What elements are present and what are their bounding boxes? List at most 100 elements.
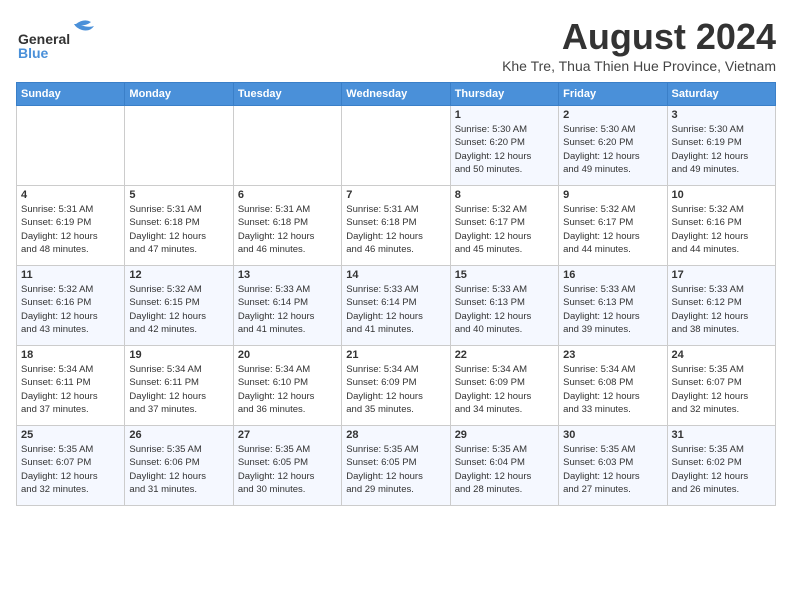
logo: General Blue [16, 16, 106, 61]
day-number: 30 [563, 429, 662, 441]
day-number: 25 [21, 429, 120, 441]
day-info: Sunrise: 5:35 AM Sunset: 6:05 PM Dayligh… [346, 443, 445, 496]
page-header: General Blue August 2024 Khe Tre, Thua T… [16, 16, 776, 74]
calendar-cell: 27 Sunrise: 5:35 AM Sunset: 6:05 PM Dayli… [233, 426, 341, 506]
calendar-cell: 4Sunrise: 5:31 AM Sunset: 6:19 PM Daylig… [17, 186, 125, 266]
day-number: 10 [672, 189, 771, 201]
calendar-cell: 23Sunrise: 5:34 AM Sunset: 6:08 PM Dayli… [559, 346, 667, 426]
day-number: 31 [672, 429, 771, 441]
calendar-header: SundayMondayTuesdayWednesdayThursdayFrid… [17, 83, 776, 106]
day-info: Sunrise: 5:30 AM Sunset: 6:20 PM Dayligh… [455, 123, 554, 176]
day-number: 15 [455, 269, 554, 281]
calendar-cell: 10Sunrise: 5:32 AM Sunset: 6:16 PM Dayli… [667, 186, 775, 266]
day-info: Sunrise: 5:35 AM Sunset: 6:03 PM Dayligh… [563, 443, 662, 496]
svg-text:Blue: Blue [18, 45, 49, 61]
day-number: 14 [346, 269, 445, 281]
day-info: Sunrise: 5:34 AM Sunset: 6:09 PM Dayligh… [346, 363, 445, 416]
day-info: Sunrise: 5:34 AM Sunset: 6:10 PM Dayligh… [238, 363, 337, 416]
calendar-cell: 8 Sunrise: 5:32 AM Sunset: 6:17 PM Daylig… [450, 186, 558, 266]
day-number: 23 [563, 349, 662, 361]
day-number: 13 [238, 269, 337, 281]
calendar-cell: 20Sunrise: 5:34 AM Sunset: 6:10 PM Dayli… [233, 346, 341, 426]
weekday-header-sunday: Sunday [17, 83, 125, 106]
calendar-table: SundayMondayTuesdayWednesdayThursdayFrid… [16, 82, 776, 506]
calendar-cell: 15 Sunrise: 5:33 AM Sunset: 6:13 PM Dayli… [450, 266, 558, 346]
day-info: Sunrise: 5:33 AM Sunset: 6:12 PM Dayligh… [672, 283, 771, 336]
day-number: 29 [455, 429, 554, 441]
calendar-cell: 9 Sunrise: 5:32 AM Sunset: 6:17 PM Daylig… [559, 186, 667, 266]
weekday-header-wednesday: Wednesday [342, 83, 450, 106]
calendar-week-2: 4Sunrise: 5:31 AM Sunset: 6:19 PM Daylig… [17, 186, 776, 266]
calendar-cell: 25 Sunrise: 5:35 AM Sunset: 6:07 PM Dayli… [17, 426, 125, 506]
calendar-cell: 14 Sunrise: 5:33 AM Sunset: 6:14 PM Dayli… [342, 266, 450, 346]
day-info: Sunrise: 5:35 AM Sunset: 6:07 PM Dayligh… [21, 443, 120, 496]
day-number: 26 [129, 429, 228, 441]
calendar-cell: 16Sunrise: 5:33 AM Sunset: 6:13 PM Dayli… [559, 266, 667, 346]
calendar-cell: 29 Sunrise: 5:35 AM Sunset: 6:04 PM Dayli… [450, 426, 558, 506]
day-number: 5 [129, 189, 228, 201]
day-number: 7 [346, 189, 445, 201]
calendar-cell: 31 Sunrise: 5:35 AM Sunset: 6:02 PM Dayli… [667, 426, 775, 506]
month-year-title: August 2024 [502, 16, 776, 58]
calendar-cell: 19Sunrise: 5:34 AM Sunset: 6:11 PM Dayli… [125, 346, 233, 426]
day-number: 16 [563, 269, 662, 281]
weekday-header-friday: Friday [559, 83, 667, 106]
calendar-week-1: 1Sunrise: 5:30 AM Sunset: 6:20 PM Daylig… [17, 106, 776, 186]
day-number: 2 [563, 109, 662, 121]
day-info: Sunrise: 5:31 AM Sunset: 6:18 PM Dayligh… [238, 203, 337, 256]
day-number: 11 [21, 269, 120, 281]
day-info: Sunrise: 5:33 AM Sunset: 6:14 PM Dayligh… [346, 283, 445, 336]
calendar-cell: 26 Sunrise: 5:35 AM Sunset: 6:06 PM Dayli… [125, 426, 233, 506]
day-info: Sunrise: 5:35 AM Sunset: 6:04 PM Dayligh… [455, 443, 554, 496]
calendar-cell: 11Sunrise: 5:32 AM Sunset: 6:16 PM Dayli… [17, 266, 125, 346]
day-number: 18 [21, 349, 120, 361]
day-number: 28 [346, 429, 445, 441]
calendar-week-4: 18 Sunrise: 5:34 AM Sunset: 6:11 PM Dayli… [17, 346, 776, 426]
day-number: 8 [455, 189, 554, 201]
calendar-cell: 5 Sunrise: 5:31 AM Sunset: 6:18 PM Daylig… [125, 186, 233, 266]
day-info: Sunrise: 5:31 AM Sunset: 6:18 PM Dayligh… [346, 203, 445, 256]
calendar-cell [233, 106, 341, 186]
day-info: Sunrise: 5:30 AM Sunset: 6:20 PM Dayligh… [563, 123, 662, 176]
calendar-cell: 28 Sunrise: 5:35 AM Sunset: 6:05 PM Dayli… [342, 426, 450, 506]
calendar-week-5: 25 Sunrise: 5:35 AM Sunset: 6:07 PM Dayli… [17, 426, 776, 506]
calendar-cell: 1Sunrise: 5:30 AM Sunset: 6:20 PM Daylig… [450, 106, 558, 186]
day-info: Sunrise: 5:31 AM Sunset: 6:18 PM Dayligh… [129, 203, 228, 256]
day-number: 3 [672, 109, 771, 121]
calendar-cell: 22Sunrise: 5:34 AM Sunset: 6:09 PM Dayli… [450, 346, 558, 426]
day-number: 9 [563, 189, 662, 201]
calendar-cell: 13 Sunrise: 5:33 AM Sunset: 6:14 PM Dayli… [233, 266, 341, 346]
weekday-header-thursday: Thursday [450, 83, 558, 106]
calendar-cell: 30 Sunrise: 5:35 AM Sunset: 6:03 PM Dayli… [559, 426, 667, 506]
calendar-cell: 24 Sunrise: 5:35 AM Sunset: 6:07 PM Dayli… [667, 346, 775, 426]
day-info: Sunrise: 5:34 AM Sunset: 6:11 PM Dayligh… [21, 363, 120, 416]
location-subtitle: Khe Tre, Thua Thien Hue Province, Vietna… [502, 58, 776, 74]
day-info: Sunrise: 5:30 AM Sunset: 6:19 PM Dayligh… [672, 123, 771, 176]
title-block: August 2024 Khe Tre, Thua Thien Hue Prov… [502, 16, 776, 74]
calendar-cell: 7 Sunrise: 5:31 AM Sunset: 6:18 PM Daylig… [342, 186, 450, 266]
day-info: Sunrise: 5:32 AM Sunset: 6:15 PM Dayligh… [129, 283, 228, 336]
day-number: 21 [346, 349, 445, 361]
calendar-cell: 6Sunrise: 5:31 AM Sunset: 6:18 PM Daylig… [233, 186, 341, 266]
day-info: Sunrise: 5:35 AM Sunset: 6:06 PM Dayligh… [129, 443, 228, 496]
calendar-cell: 12 Sunrise: 5:32 AM Sunset: 6:15 PM Dayli… [125, 266, 233, 346]
weekday-header-monday: Monday [125, 83, 233, 106]
day-info: Sunrise: 5:33 AM Sunset: 6:14 PM Dayligh… [238, 283, 337, 336]
calendar-cell: 17Sunrise: 5:33 AM Sunset: 6:12 PM Dayli… [667, 266, 775, 346]
weekday-header-row: SundayMondayTuesdayWednesdayThursdayFrid… [17, 83, 776, 106]
calendar-cell [17, 106, 125, 186]
day-info: Sunrise: 5:34 AM Sunset: 6:11 PM Dayligh… [129, 363, 228, 416]
day-number: 27 [238, 429, 337, 441]
day-info: Sunrise: 5:35 AM Sunset: 6:05 PM Dayligh… [238, 443, 337, 496]
day-info: Sunrise: 5:35 AM Sunset: 6:07 PM Dayligh… [672, 363, 771, 416]
day-info: Sunrise: 5:35 AM Sunset: 6:02 PM Dayligh… [672, 443, 771, 496]
calendar-week-3: 11Sunrise: 5:32 AM Sunset: 6:16 PM Dayli… [17, 266, 776, 346]
weekday-header-saturday: Saturday [667, 83, 775, 106]
day-number: 24 [672, 349, 771, 361]
day-info: Sunrise: 5:32 AM Sunset: 6:17 PM Dayligh… [563, 203, 662, 256]
day-info: Sunrise: 5:33 AM Sunset: 6:13 PM Dayligh… [455, 283, 554, 336]
logo-svg: General Blue [16, 16, 106, 61]
calendar-cell: 21 Sunrise: 5:34 AM Sunset: 6:09 PM Dayli… [342, 346, 450, 426]
day-info: Sunrise: 5:32 AM Sunset: 6:17 PM Dayligh… [455, 203, 554, 256]
day-number: 12 [129, 269, 228, 281]
